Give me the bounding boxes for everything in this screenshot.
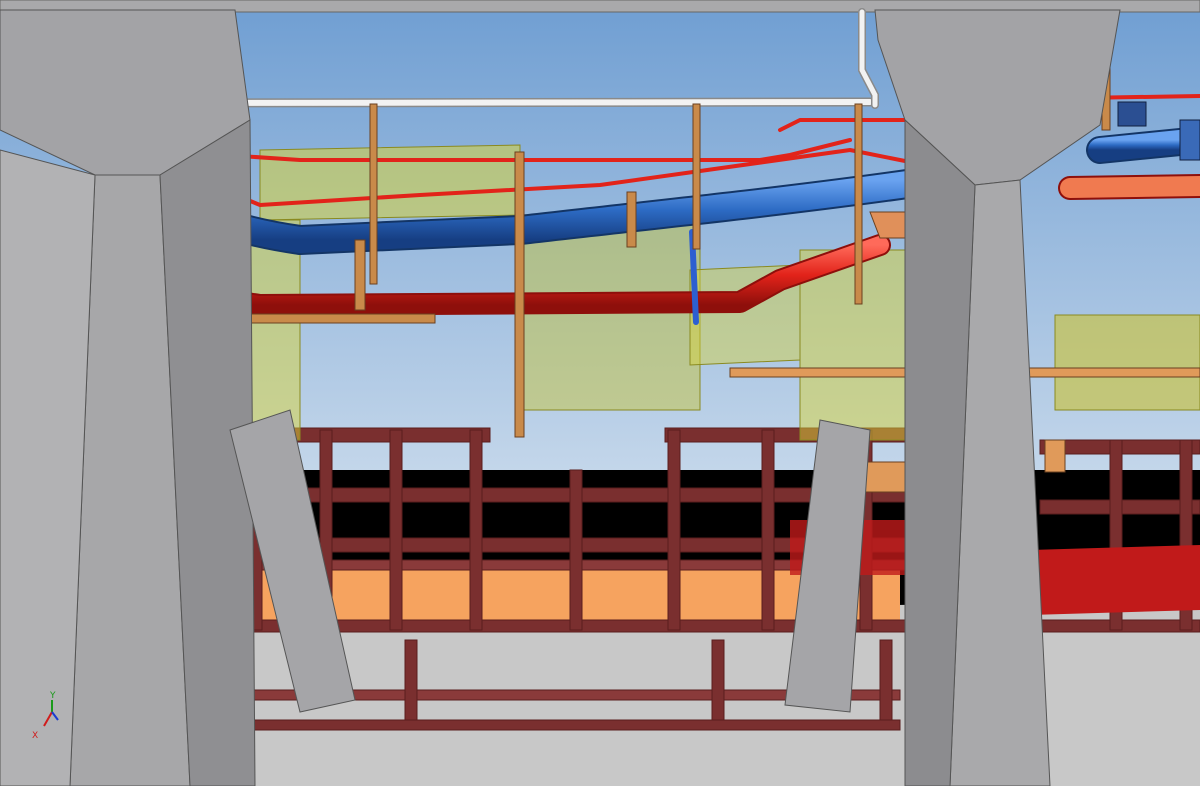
plant-model-scene[interactable]: Y X bbox=[0, 0, 1200, 786]
axis-x-label: X bbox=[32, 731, 38, 741]
3d-model-viewport[interactable]: Y X bbox=[0, 0, 1200, 786]
axis-y-label: Y bbox=[49, 691, 56, 701]
